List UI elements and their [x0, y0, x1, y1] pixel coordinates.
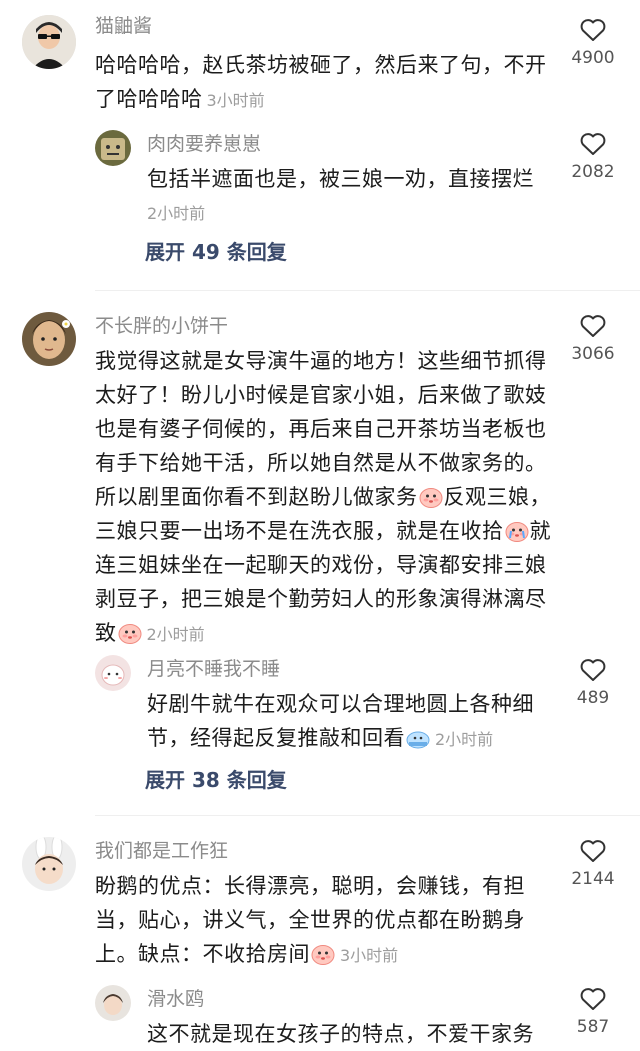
username[interactable]: 我们都是工作狂	[95, 837, 570, 865]
timestamp: 2小时前	[146, 625, 205, 644]
cold-sweat-emoji	[406, 731, 430, 749]
username[interactable]: 月亮不睡我不睡	[147, 655, 567, 683]
avatar[interactable]	[95, 130, 131, 166]
heart-outline-icon	[580, 840, 606, 862]
like-button[interactable]: 587	[558, 987, 628, 1037]
like-count: 2144	[571, 869, 615, 889]
comment-item: 我们都是工作狂 盼鹅的优点：长得漂亮，聪明，会赚钱，有担 当，贴心，讲义气，全世…	[0, 825, 640, 1046]
avatar[interactable]	[22, 15, 76, 69]
comment-text: 我觉得这就是女导演牛逼的地方！这些细节抓得 太好了！盼儿小时候是官家小姐，后来做…	[95, 349, 551, 645]
avatar[interactable]	[95, 985, 131, 1021]
username[interactable]: 不长胖的小饼干	[95, 312, 570, 340]
username[interactable]: 肉肉要养崽崽	[147, 130, 567, 158]
like-button[interactable]: 2144	[558, 839, 628, 889]
like-button[interactable]: 489	[558, 658, 628, 708]
avatar[interactable]	[95, 655, 131, 691]
divider	[95, 290, 640, 291]
avatar[interactable]	[22, 837, 76, 891]
heart-outline-icon	[580, 19, 606, 41]
expand-replies-button[interactable]: 展开 38 条回复	[145, 764, 287, 793]
like-button[interactable]: 4900	[558, 18, 628, 68]
comment-item: 猫鼬酱 哈哈哈哈，赵氏茶坊被砸了，然后来了句，不开 了哈哈哈哈 3小时前 4900…	[0, 10, 640, 280]
like-count: 489	[576, 688, 610, 708]
timestamp: 3小时前	[206, 91, 265, 110]
flushed-face-emoji	[118, 624, 141, 644]
crying-face-emoji	[505, 522, 528, 542]
heart-outline-icon	[580, 988, 606, 1010]
flushed-face-emoji	[311, 945, 335, 965]
timestamp: 2小时前	[147, 204, 206, 223]
heart-outline-icon	[580, 315, 606, 337]
like-count: 587	[576, 1017, 610, 1037]
reply-text: 好剧牛就牛在观众可以合理地圆上各种细 节，经得起反复推敲和回看 2小时前	[147, 692, 534, 750]
comment-text: 盼鹅的优点：长得漂亮，聪明，会赚钱，有担 当，贴心，讲义气，全世界的优点都在盼鹅…	[95, 874, 525, 966]
username[interactable]: 猫鼬酱	[95, 12, 565, 40]
like-button[interactable]: 2082	[558, 132, 628, 182]
timestamp: 2小时前	[435, 730, 494, 749]
like-count: 2082	[571, 162, 615, 182]
avatar[interactable]	[22, 312, 76, 366]
username[interactable]: 滑水鸥	[147, 985, 567, 1013]
heart-outline-icon	[580, 659, 606, 681]
reply-text: 包括半遮面也是，被三娘一劝，直接摆烂	[147, 167, 534, 191]
divider	[95, 815, 640, 816]
timestamp: 3小时前	[340, 946, 399, 965]
like-count: 3066	[571, 344, 615, 364]
like-button[interactable]: 3066	[558, 314, 628, 364]
reply-text: 这不就是现在女孩子的特点，不爱干家务	[147, 1022, 534, 1046]
like-count: 4900	[571, 48, 615, 68]
expand-replies-button[interactable]: 展开 49 条回复	[145, 236, 287, 265]
comment-text: 哈哈哈哈，赵氏茶坊被砸了，然后来了句，不开 了哈哈哈哈 3小时前	[95, 53, 547, 111]
comment-item: 不长胖的小饼干 我觉得这就是女导演牛逼的地方！这些细节抓得 太好了！盼儿小时候是…	[0, 300, 640, 800]
heart-outline-icon	[580, 133, 606, 155]
flushed-face-emoji	[419, 488, 442, 508]
